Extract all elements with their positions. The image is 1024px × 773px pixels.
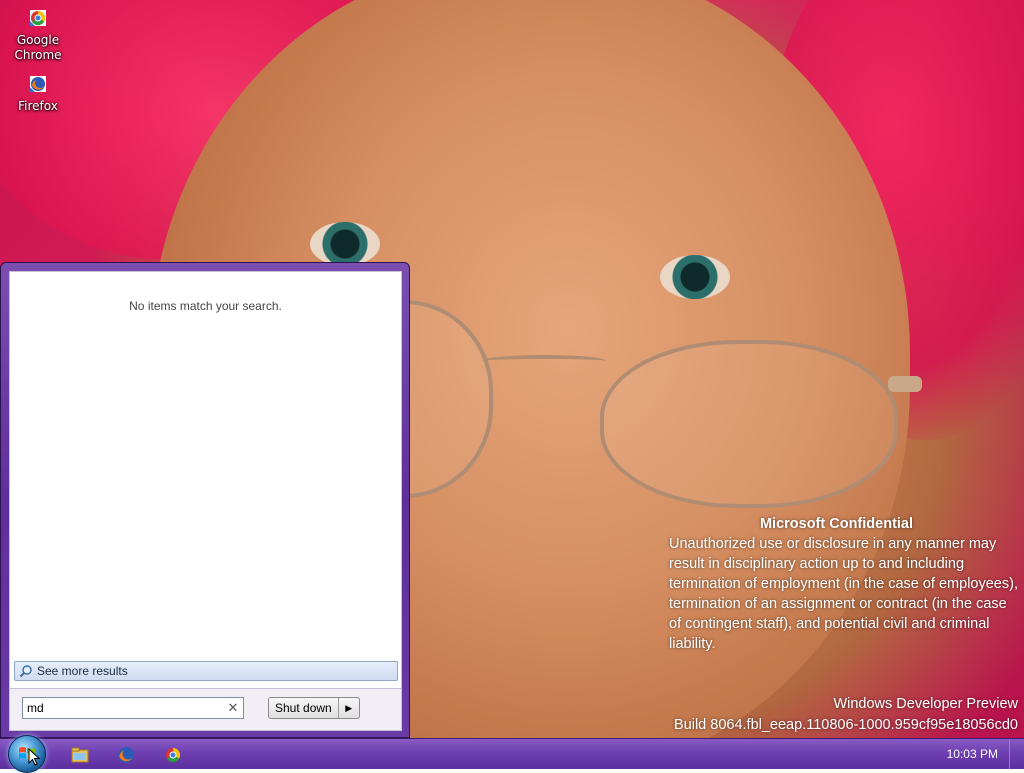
desktop-icon-firefox[interactable]: Firefox bbox=[8, 76, 68, 114]
shutdown-button-group: Shut down ▶ bbox=[268, 697, 360, 719]
chrome-icon bbox=[166, 747, 181, 763]
taskbar-chrome-button[interactable] bbox=[155, 743, 191, 767]
build-product: Windows Developer Preview bbox=[833, 696, 1018, 712]
wallpaper-eye-left bbox=[310, 222, 380, 266]
taskbar: 10:03 PM bbox=[0, 735, 1024, 773]
chrome-icon bbox=[30, 10, 46, 26]
search-results-pane: No items match your search. See more res… bbox=[9, 271, 402, 689]
show-desktop-button[interactable] bbox=[1009, 739, 1024, 769]
clear-search-icon[interactable]: ✕ bbox=[223, 701, 243, 716]
wallpaper-eye-right bbox=[660, 255, 730, 299]
firefox-icon bbox=[118, 747, 134, 763]
see-more-results-button[interactable]: See more results bbox=[14, 661, 398, 681]
confidential-body: Unauthorized use or disclosure in any ma… bbox=[669, 536, 1018, 652]
taskbar-firefox-button[interactable] bbox=[108, 743, 144, 767]
search-icon bbox=[19, 665, 32, 678]
firefox-icon bbox=[30, 76, 46, 92]
build-string: Build 8064.fbl_eeap.110806-1000.959cf95e… bbox=[673, 717, 1018, 733]
wallpaper-glasses-temple bbox=[888, 376, 922, 392]
search-input[interactable] bbox=[23, 701, 223, 715]
desktop-icon-label: Google Chrome bbox=[14, 33, 62, 62]
confidential-title: Microsoft Confidential bbox=[759, 516, 914, 532]
taskbar-clock[interactable]: 10:03 PM bbox=[947, 739, 998, 769]
mouse-cursor-icon bbox=[28, 748, 40, 766]
see-more-results-label: See more results bbox=[37, 664, 128, 678]
build-watermark: Windows Developer Preview Build 8064.fbl… bbox=[674, 694, 1018, 736]
desktop-icon-label: Firefox bbox=[18, 99, 58, 113]
start-button[interactable] bbox=[8, 735, 46, 773]
no-results-message: No items match your search. bbox=[129, 299, 282, 313]
wallpaper-glasses-bridge bbox=[482, 355, 606, 367]
shutdown-button[interactable]: Shut down bbox=[269, 698, 339, 718]
desktop-icon-chrome[interactable]: Google Chrome bbox=[8, 10, 68, 63]
wallpaper-glasses-lens-right bbox=[600, 340, 898, 508]
search-box[interactable]: ✕ bbox=[22, 697, 244, 719]
explorer-icon bbox=[71, 747, 89, 763]
shutdown-options-arrow-icon[interactable]: ▶ bbox=[339, 698, 359, 718]
start-menu-footer: ✕ Shut down ▶ bbox=[9, 689, 402, 731]
start-menu: No items match your search. See more res… bbox=[0, 262, 410, 738]
confidential-notice: Microsoft Confidential Unauthorized use … bbox=[669, 514, 1019, 654]
taskbar-explorer-button[interactable] bbox=[62, 743, 98, 767]
